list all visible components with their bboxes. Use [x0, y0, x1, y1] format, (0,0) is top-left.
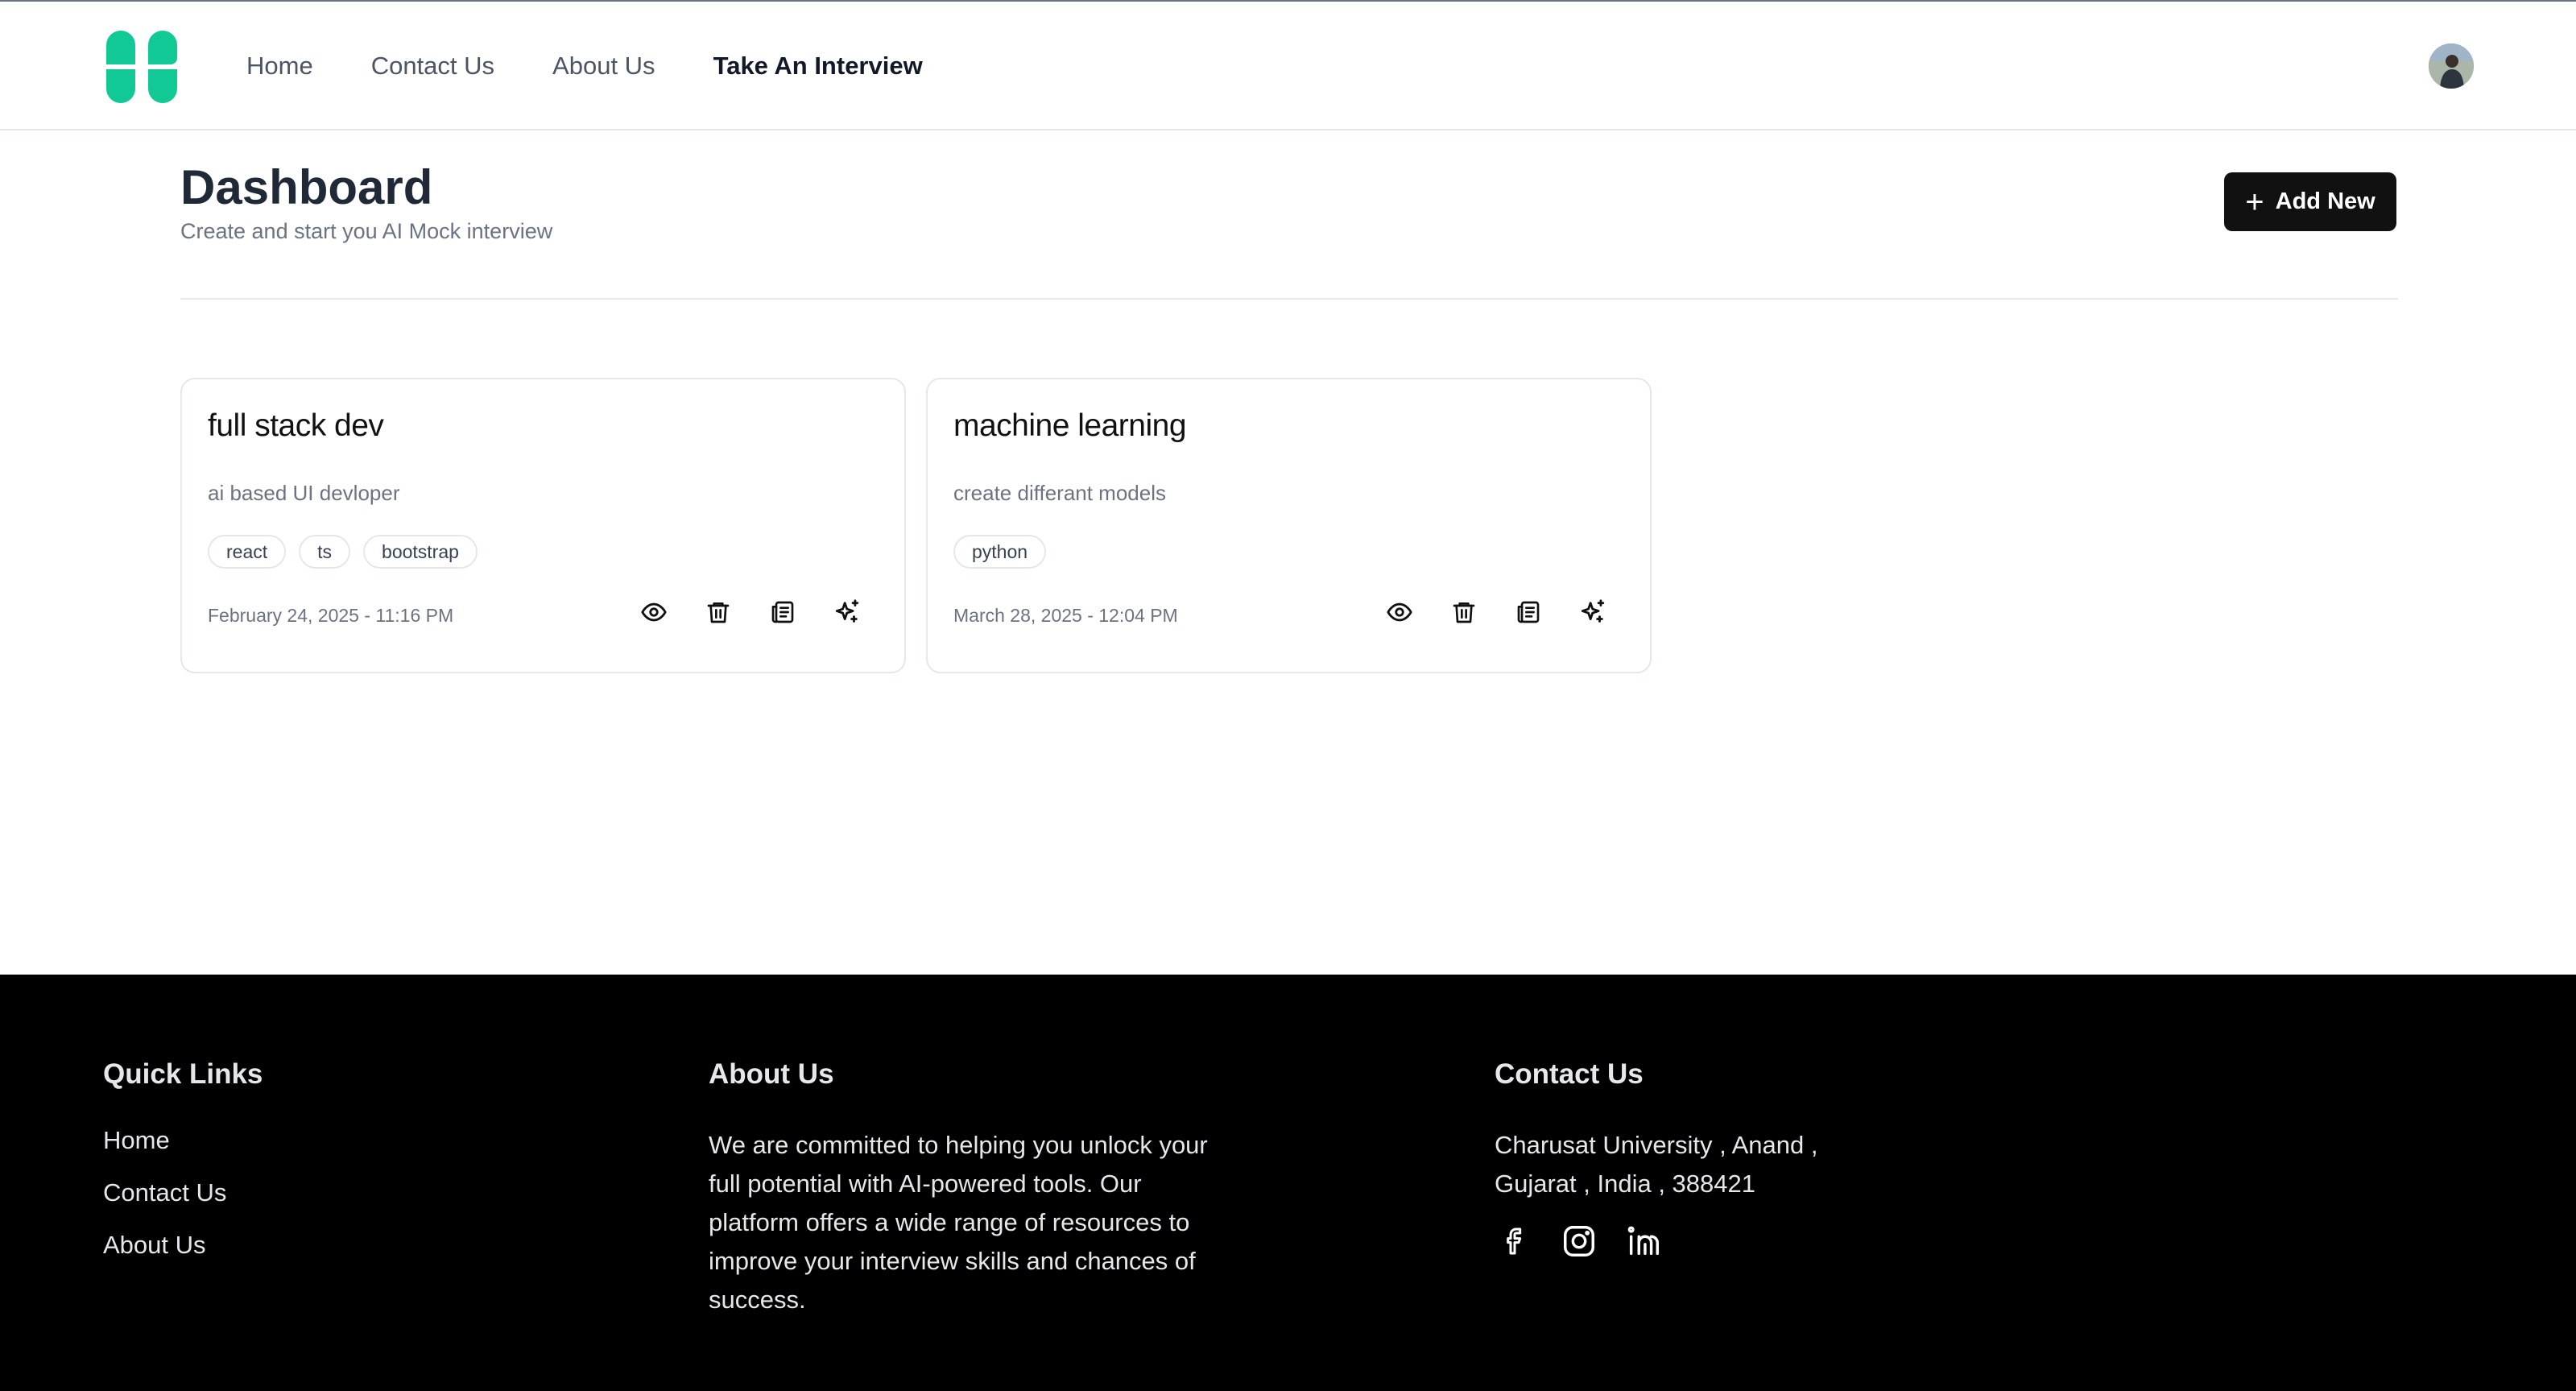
footer-contact: Contact Us Charusat University , Anand ,…: [1495, 1058, 1817, 1261]
footer-link-home[interactable]: Home: [103, 1126, 263, 1155]
text-line: Charusat University , Anand ,: [1495, 1131, 1818, 1159]
footer-heading: Contact Us: [1495, 1058, 1644, 1090]
text-line: We are committed to helping you unlock y…: [709, 1131, 1208, 1159]
card-title: machine learning: [953, 408, 1187, 443]
add-new-label: Add New: [2275, 188, 2375, 214]
main-nav: Home Contact Us About Us Take An Intervi…: [246, 2, 923, 130]
add-new-button[interactable]: + Add New: [2224, 172, 2396, 231]
eye-icon[interactable]: [639, 597, 669, 627]
footer-heading: Quick Links: [103, 1058, 263, 1090]
footer-about-text: We are committed to helping you unlock y…: [709, 1126, 1208, 1319]
nav-about[interactable]: About Us: [552, 52, 655, 81]
instagram-icon[interactable]: [1559, 1221, 1599, 1261]
text-line: full potential with AI-powered tools. Ou…: [709, 1170, 1142, 1198]
footer-about: About Us We are committed to helping you…: [709, 1058, 1208, 1319]
nav-home[interactable]: Home: [246, 52, 313, 81]
document-icon[interactable]: [1513, 597, 1544, 627]
footer-address: Charusat University , Anand , Gujarat , …: [1495, 1126, 1817, 1203]
document-icon[interactable]: [767, 597, 798, 627]
card-date: March 28, 2025 - 12:04 PM: [953, 605, 1178, 626]
footer-link-contact[interactable]: Contact Us: [103, 1178, 263, 1207]
card-actions: [639, 597, 862, 627]
logo[interactable]: [103, 29, 180, 105]
eye-icon[interactable]: [1384, 597, 1415, 627]
text-line: success.: [709, 1285, 806, 1314]
tag: react: [208, 535, 287, 569]
sparkles-icon[interactable]: [1577, 597, 1608, 627]
tag: python: [953, 535, 1047, 569]
footer-heading: About Us: [709, 1058, 834, 1090]
trash-icon[interactable]: [703, 597, 734, 627]
navbar: Home Contact Us About Us Take An Intervi…: [0, 2, 2576, 130]
linkedin-icon[interactable]: [1623, 1221, 1664, 1261]
footer: Quick Links Home Contact Us About Us Abo…: [0, 975, 2576, 1391]
page-subtitle: Create and start you AI Mock interview: [180, 219, 553, 243]
sparkles-icon[interactable]: [832, 597, 862, 627]
page-title: Dashboard: [180, 160, 433, 214]
facebook-icon[interactable]: [1495, 1221, 1535, 1261]
tag: ts: [299, 535, 351, 569]
card-description: create differant models: [953, 481, 1166, 505]
plus-icon: +: [2245, 184, 2264, 220]
footer-link-about[interactable]: About Us: [103, 1231, 263, 1260]
user-avatar[interactable]: [2429, 43, 2474, 89]
text-line: improve your interview skills and chance…: [709, 1247, 1196, 1275]
nav-take-interview[interactable]: Take An Interview: [713, 52, 923, 81]
tag: bootstrap: [363, 535, 478, 569]
card-description: ai based UI devloper: [208, 481, 400, 505]
interview-card: machine learning create differant models…: [926, 378, 1652, 673]
trash-icon[interactable]: [1449, 597, 1479, 627]
divider: [180, 298, 2398, 300]
card-title: full stack dev: [208, 408, 384, 443]
card-date: February 24, 2025 - 11:16 PM: [208, 605, 454, 626]
social-links: [1495, 1221, 1817, 1261]
text-line: platform offers a wide range of resource…: [709, 1208, 1190, 1236]
text-line: Gujarat , India , 388421: [1495, 1170, 1756, 1198]
footer-quick-links: Quick Links Home Contact Us About Us: [103, 1058, 263, 1283]
card-tags: react ts bootstrap: [208, 535, 478, 569]
interview-card: full stack dev ai based UI devloper reac…: [180, 378, 906, 673]
card-tags: python: [953, 535, 1047, 569]
nav-contact[interactable]: Contact Us: [371, 52, 494, 81]
card-actions: [1384, 597, 1608, 627]
